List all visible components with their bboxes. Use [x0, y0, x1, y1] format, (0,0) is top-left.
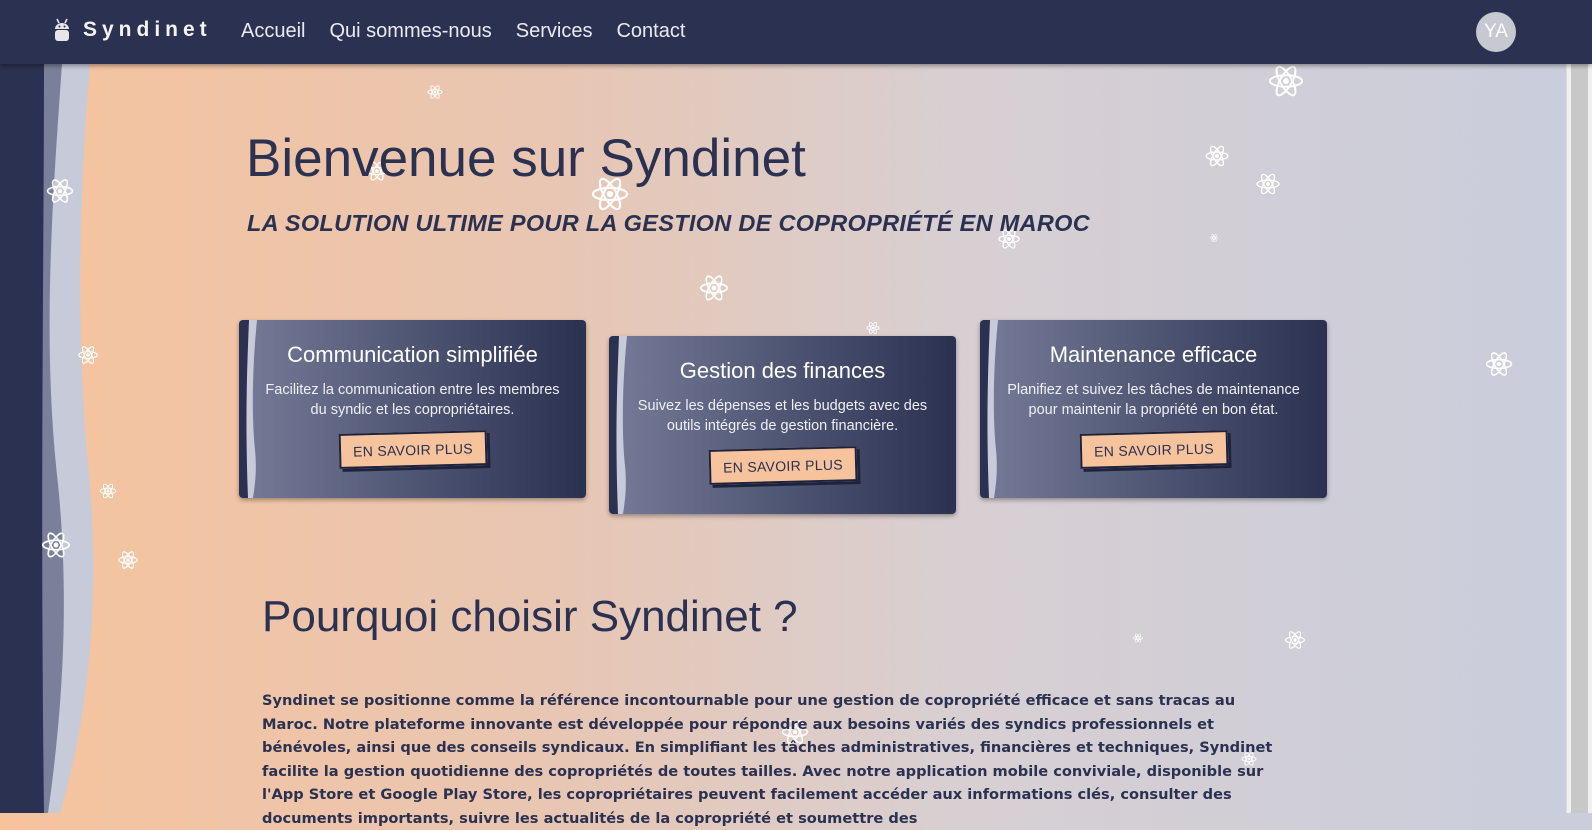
- nav-link-accueil[interactable]: Accueil: [241, 20, 305, 43]
- atom-icon: [46, 177, 74, 205]
- hero-subtitle: LA SOLUTION ULTIME POUR LA GESTION DE CO…: [247, 210, 1090, 236]
- feature-card-finances: Gestion des finances Suivez les dépenses…: [609, 336, 956, 514]
- atom-icon: [1256, 171, 1280, 197]
- atom-icon: [699, 273, 729, 303]
- feature-card-communication: Communication simplifiée Facilitez la co…: [239, 320, 586, 498]
- atom-icon: [99, 482, 117, 500]
- why-section-title: Pourquoi choisir Syndinet ?: [262, 592, 798, 641]
- brand-logo[interactable]: Syndinet: [53, 17, 212, 43]
- atom-icon: [1268, 63, 1304, 99]
- atom-icon: [1209, 233, 1219, 243]
- atom-icon: [41, 530, 71, 560]
- atom-icon: [427, 84, 443, 100]
- card-description: Planifiez et suivez les tâches de mainte…: [1007, 382, 1300, 418]
- hero-title: Bienvenue sur Syndinet: [246, 129, 806, 188]
- atom-icon: [1133, 632, 1143, 644]
- learn-more-button[interactable]: EN SAVOIR PLUS: [338, 430, 487, 469]
- navbar: Syndinet Accueil Qui sommes-nous Service…: [0, 0, 1592, 64]
- card-description: Suivez les dépenses et les budgets avec …: [637, 398, 928, 434]
- nav-link-services[interactable]: Services: [516, 20, 593, 43]
- feature-card-maintenance: Maintenance efficace Planifiez et suivez…: [980, 320, 1327, 498]
- nav-link-qui-sommes-nous[interactable]: Qui sommes-nous: [329, 20, 491, 43]
- atom-icon: [118, 549, 138, 571]
- learn-more-button[interactable]: EN SAVOIR PLUS: [1079, 430, 1228, 469]
- atom-icon: [1485, 350, 1513, 378]
- card-title: Maintenance efficace: [1049, 342, 1258, 367]
- atom-icon: [1285, 629, 1305, 651]
- learn-more-button[interactable]: EN SAVOIR PLUS: [708, 446, 857, 485]
- android-icon: [55, 18, 69, 41]
- atom-icon: [866, 321, 880, 335]
- card-title: Gestion des finances: [679, 358, 886, 383]
- atom-icon: [78, 344, 98, 366]
- brand-name: Syndinet: [83, 18, 212, 41]
- nav-links: Accueil Qui sommes-nous Services Contact: [241, 20, 709, 43]
- scrollbar-thumb[interactable]: [1571, 64, 1588, 813]
- card-description: Facilitez la communication entre les mem…: [265, 382, 560, 418]
- atom-icon: [1205, 143, 1229, 169]
- vertical-scrollbar[interactable]: [1566, 64, 1592, 813]
- card-title: Communication simplifiée: [287, 342, 538, 367]
- nav-link-contact[interactable]: Contact: [616, 20, 685, 43]
- why-section-text: Syndinet se positionne comme la référenc…: [262, 692, 1273, 827]
- user-avatar[interactable]: YA: [1476, 12, 1516, 52]
